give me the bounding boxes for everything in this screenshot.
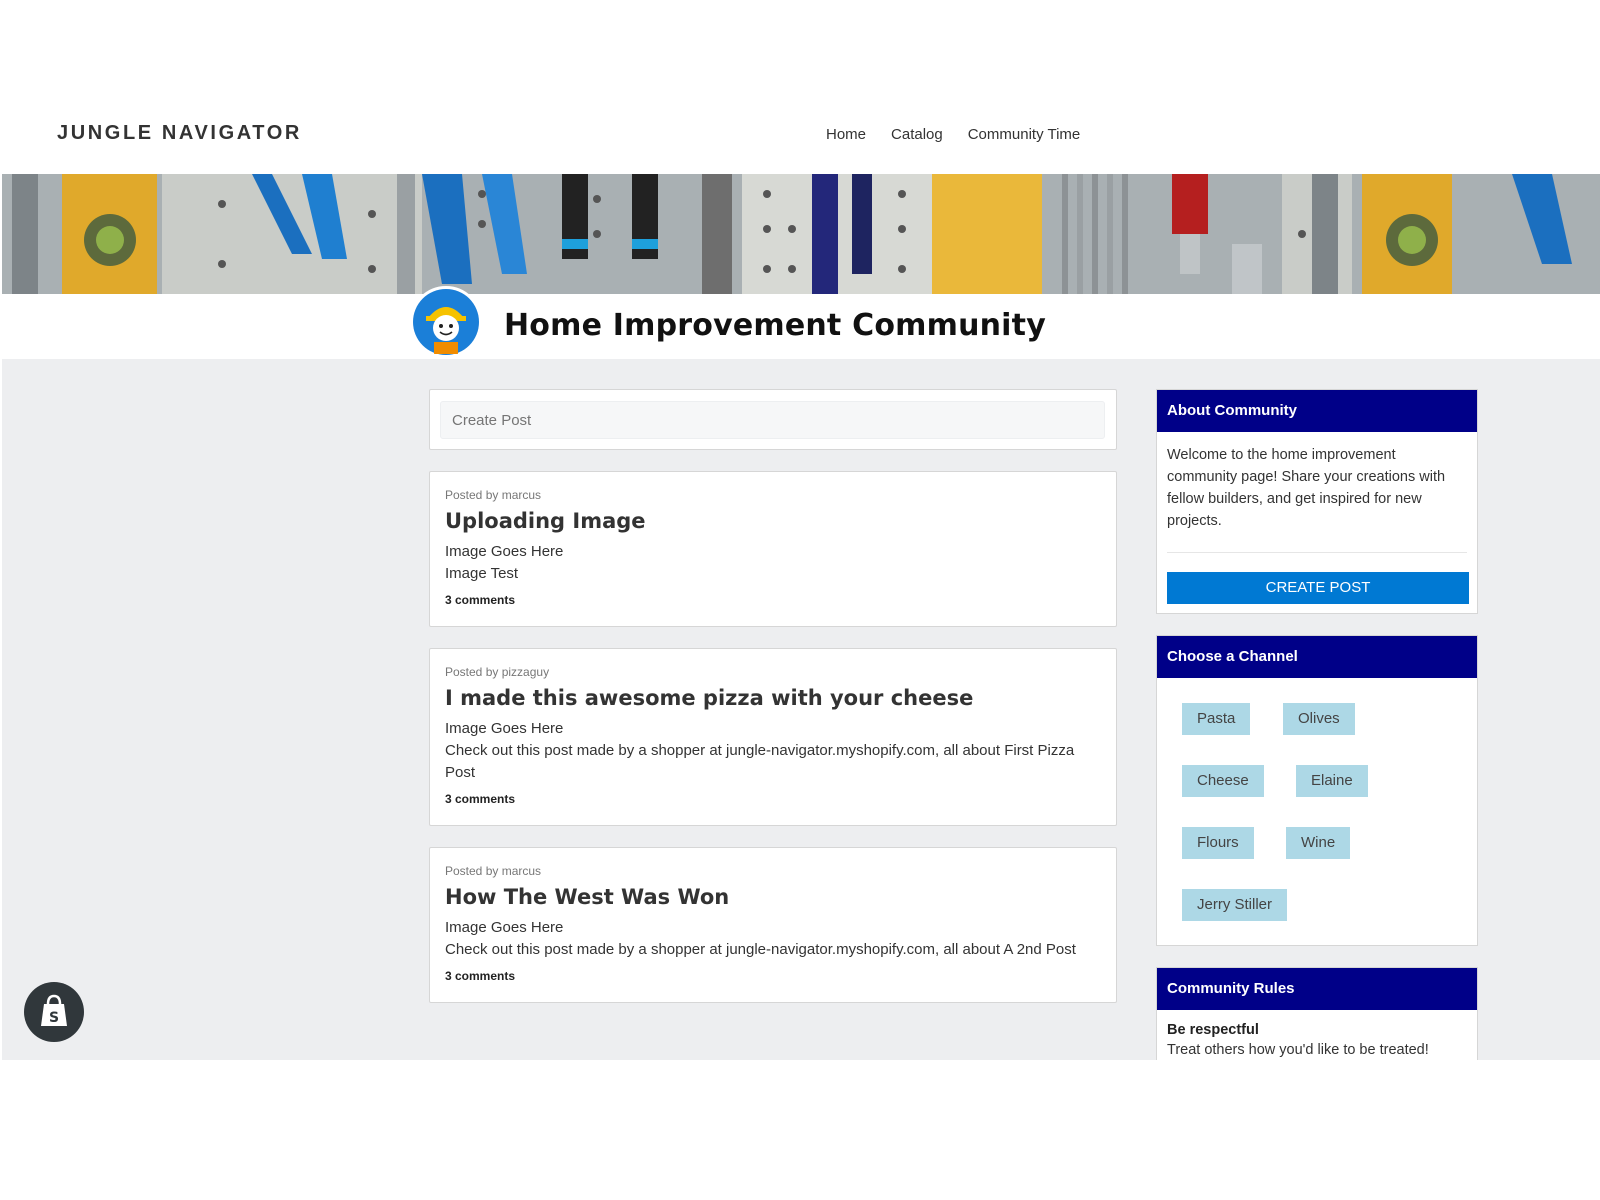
create-post-input[interactable]: [440, 401, 1105, 439]
create-post-button[interactable]: CREATE POST: [1167, 572, 1469, 604]
post-author: Posted by marcus: [445, 488, 542, 502]
channel-chip-cheese[interactable]: Cheese: [1182, 765, 1264, 797]
post-body-line: Image Goes Here: [445, 543, 564, 560]
site-header: JUNGLE NAVIGATOR Home Catalog Community …: [0, 100, 1600, 174]
channel-chip-wine[interactable]: Wine: [1286, 827, 1351, 859]
community-rules-card: Community Rules Be respectful Treat othe…: [1156, 967, 1478, 1060]
choose-channel-heading: Choose a Channel: [1157, 636, 1477, 678]
rule-text: Treat others how you'd like to be treate…: [1167, 1042, 1429, 1058]
post-title[interactable]: How The West Was Won: [445, 885, 1101, 909]
channel-chip-flours[interactable]: Flours: [1182, 827, 1254, 859]
main-nav: Home Catalog Community Time: [826, 126, 1080, 143]
nav-community-time[interactable]: Community Time: [968, 126, 1081, 143]
post-title[interactable]: Uploading Image: [445, 509, 1101, 533]
post-comments-link[interactable]: 3 comments: [445, 792, 1101, 806]
rule-title: Be respectful: [1167, 1022, 1259, 1038]
about-community-heading: About Community: [1157, 390, 1477, 432]
channel-chip-olives[interactable]: Olives: [1283, 703, 1355, 735]
brand-logo[interactable]: JUNGLE NAVIGATOR: [57, 122, 302, 145]
post-card[interactable]: Posted by pizzaguy I made this awesome p…: [429, 648, 1117, 826]
community-titlebar: Home Improvement Community: [0, 286, 1600, 359]
nav-catalog[interactable]: Catalog: [891, 126, 943, 143]
main-content: Posted by marcus Uploading Image Image G…: [2, 359, 1600, 1060]
channel-chip-elaine[interactable]: Elaine: [1296, 765, 1368, 797]
svg-text:S: S: [49, 1010, 59, 1026]
post-author: Posted by marcus: [445, 864, 542, 878]
post-card[interactable]: Posted by marcus How The West Was Won Im…: [429, 847, 1117, 1003]
post-card[interactable]: Posted by marcus Uploading Image Image G…: [429, 471, 1117, 627]
builder-mascot-icon: [410, 286, 482, 358]
about-community-text: Welcome to the home improvement communit…: [1167, 447, 1446, 529]
community-rules-heading: Community Rules: [1157, 968, 1477, 1010]
tools-banner-image: [2, 174, 1600, 294]
about-community-card: About Community Welcome to the home impr…: [1156, 389, 1478, 614]
divider: [1167, 552, 1467, 553]
post-author: Posted by pizzaguy: [445, 665, 550, 679]
post-body: Image Goes Here Image Test: [445, 541, 1101, 585]
post-comments-link[interactable]: 3 comments: [445, 969, 1101, 983]
post-title[interactable]: I made this awesome pizza with your chee…: [445, 686, 1101, 710]
post-body: Image Goes Here Check out this post made…: [445, 718, 1101, 784]
nav-home[interactable]: Home: [826, 126, 866, 143]
create-post-card: [429, 389, 1117, 450]
post-body-line: Image Goes Here: [445, 919, 564, 936]
channel-chip-pasta[interactable]: Pasta: [1182, 703, 1251, 735]
choose-channel-card: Choose a Channel Pasta Olives Cheese Ela…: [1156, 635, 1478, 946]
community-title: Home Improvement Community: [504, 308, 1046, 343]
post-body-line: Image Goes Here: [445, 720, 564, 737]
post-body-line: Image Test: [445, 565, 519, 582]
post-body-line: Check out this post made by a shopper at…: [445, 742, 1075, 781]
post-body: Image Goes Here Check out this post made…: [445, 917, 1101, 961]
channel-list: Pasta Olives Cheese Elaine Flours Wine J…: [1157, 678, 1477, 948]
community-banner: [2, 174, 1600, 294]
post-body-line: Check out this post made by a shopper at…: [445, 941, 1076, 958]
post-comments-link[interactable]: 3 comments: [445, 593, 1101, 607]
shopify-bag-icon[interactable]: S: [24, 982, 84, 1042]
channel-chip-jerry-stiller[interactable]: Jerry Stiller: [1182, 889, 1288, 921]
